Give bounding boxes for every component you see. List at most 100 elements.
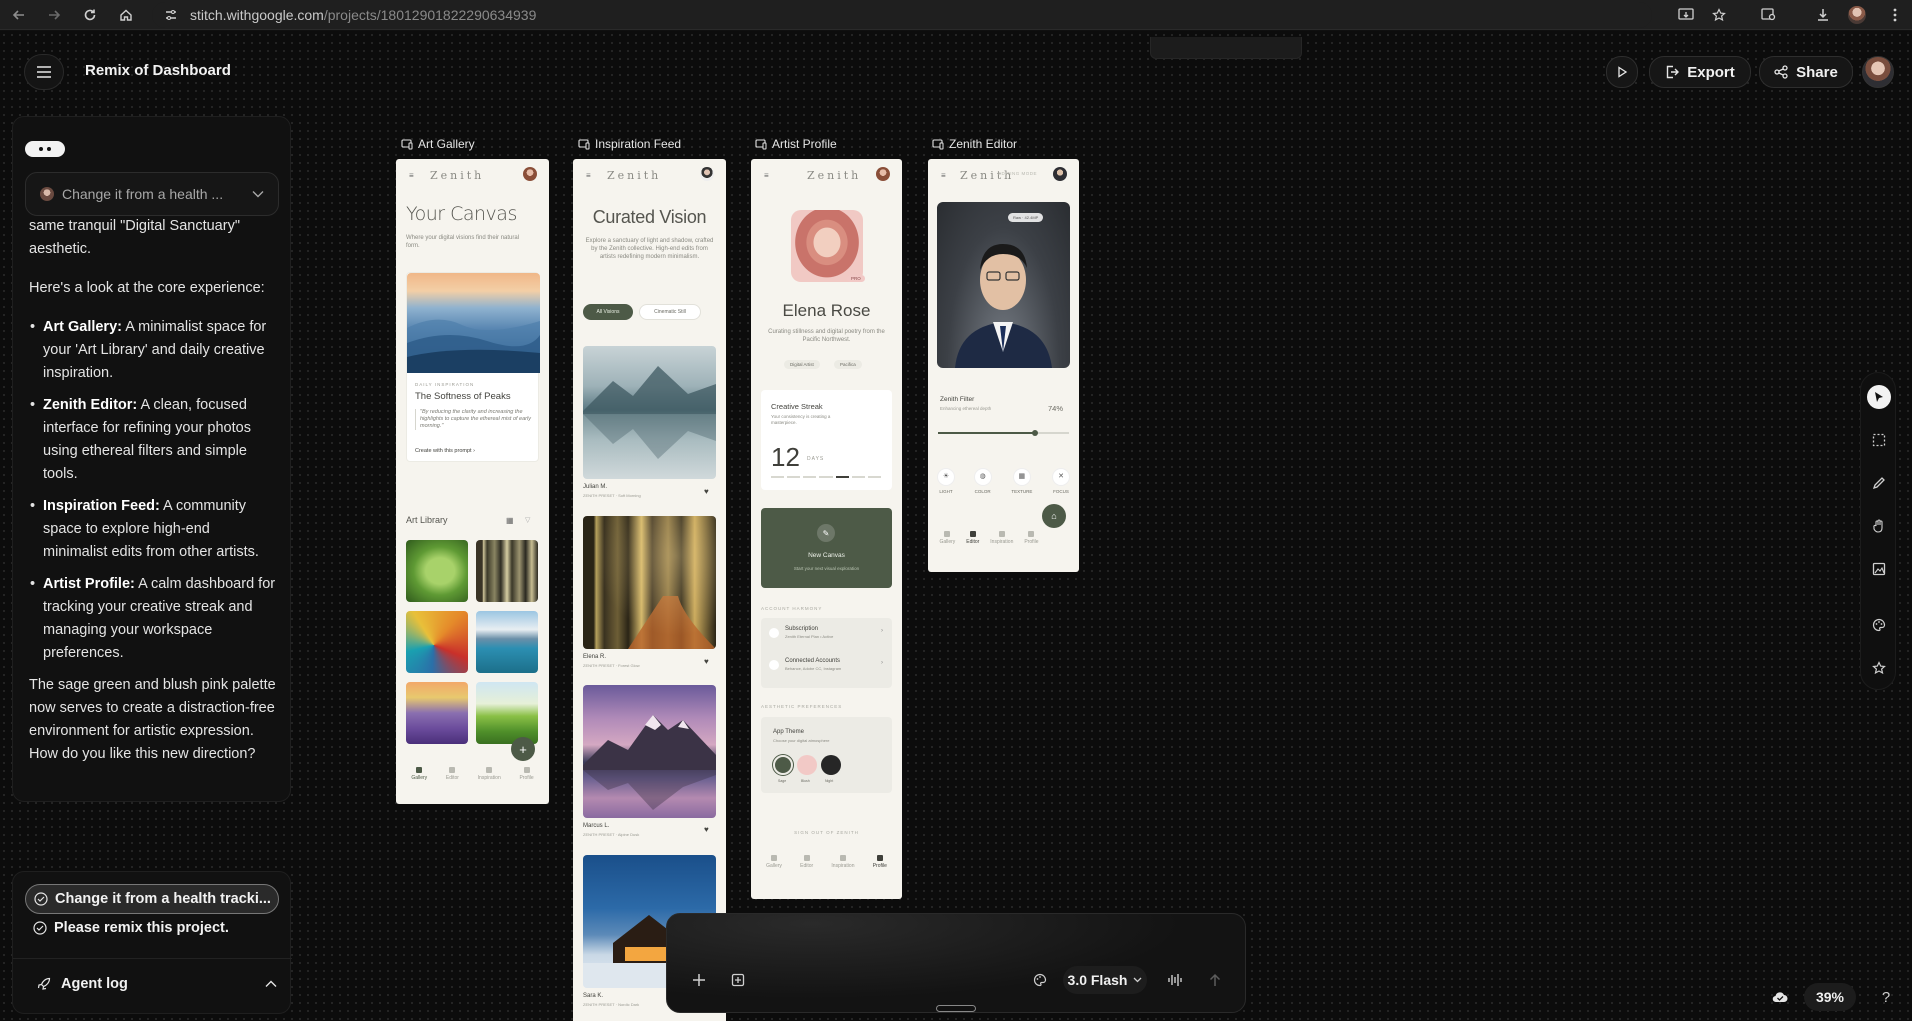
filter-slider-thumb[interactable] bbox=[1031, 429, 1038, 436]
prompt-composer[interactable]: 3.0 Flash bbox=[666, 913, 1246, 1013]
frame-label-editor[interactable]: Zenith Editor bbox=[932, 137, 1017, 151]
grid-view-icon[interactable]: ▦ bbox=[506, 516, 514, 525]
sync-status[interactable] bbox=[1770, 987, 1790, 1007]
nav-inspiration[interactable]: Inspiration bbox=[478, 767, 501, 781]
prompt-history-dropdown[interactable]: Change it from a health ... bbox=[25, 172, 279, 216]
hand-tool[interactable] bbox=[1867, 514, 1891, 538]
bookmark-star-icon[interactable] bbox=[1708, 4, 1730, 26]
preview-play-button[interactable] bbox=[1606, 56, 1638, 88]
forest-image[interactable] bbox=[476, 540, 538, 602]
forest-path-image[interactable] bbox=[583, 516, 716, 649]
nav-inspiration[interactable]: Inspiration bbox=[990, 531, 1013, 545]
reload-icon[interactable] bbox=[79, 4, 101, 26]
main-menu-button[interactable] bbox=[24, 54, 64, 90]
marquee-tool[interactable] bbox=[1867, 428, 1891, 452]
install-app-icon[interactable] bbox=[1675, 4, 1697, 26]
browser-menu-icon[interactable] bbox=[1884, 4, 1906, 26]
filter-chip[interactable]: Cinematic Still bbox=[639, 304, 701, 320]
leaf-image[interactable] bbox=[406, 540, 468, 602]
tool-focus[interactable]: ✕ FOCUS bbox=[1053, 469, 1069, 494]
theme-tool[interactable] bbox=[1867, 613, 1891, 637]
nav-gallery[interactable]: Gallery bbox=[939, 531, 955, 545]
chevron-right-icon[interactable]: › bbox=[881, 628, 883, 634]
home-icon[interactable] bbox=[115, 4, 137, 26]
filter-slider-track[interactable] bbox=[938, 429, 1069, 436]
lavender-image[interactable] bbox=[406, 682, 468, 744]
forward-icon[interactable] bbox=[43, 4, 65, 26]
tool-light[interactable]: ☀ LIGHT bbox=[938, 469, 954, 494]
add-attachment-button[interactable] bbox=[689, 970, 709, 990]
list-item: Artist Profile: A calm dashboard for tra… bbox=[30, 573, 277, 665]
alpine-dusk-image[interactable] bbox=[583, 685, 716, 818]
heart-icon[interactable]: ♥ bbox=[704, 657, 709, 666]
swatch-blush[interactable] bbox=[797, 755, 817, 775]
abstract-image[interactable] bbox=[406, 611, 468, 673]
nav-gallery[interactable]: Gallery bbox=[766, 855, 782, 869]
resize-handle[interactable] bbox=[936, 1005, 976, 1012]
frame-art-gallery[interactable]: ≡ Zenith Your Canvas Where your digital … bbox=[396, 159, 549, 804]
history-item[interactable]: Please remix this project. bbox=[33, 920, 229, 936]
send-button[interactable] bbox=[1205, 970, 1225, 990]
card-link[interactable]: Create with this prompt › bbox=[415, 448, 475, 454]
nav-editor[interactable]: Editor bbox=[800, 855, 813, 869]
section-title: Art Library bbox=[406, 515, 448, 525]
avatar[interactable] bbox=[1053, 167, 1067, 181]
new-canvas-card[interactable]: ✎ New Canvas Start your next visual expl… bbox=[761, 508, 892, 588]
avatar[interactable] bbox=[523, 167, 537, 181]
download-icon[interactable] bbox=[1812, 4, 1834, 26]
share-button[interactable]: Share bbox=[1759, 56, 1853, 88]
frame-label-profile[interactable]: Artist Profile bbox=[755, 137, 837, 151]
nav-profile[interactable]: Profile bbox=[873, 855, 887, 869]
filter-icon[interactable]: ▽ bbox=[525, 516, 530, 524]
nav-profile[interactable]: Profile bbox=[519, 767, 534, 781]
bottom-nav: Gallery Editor Inspiration Profile bbox=[402, 767, 543, 781]
nav-inspiration[interactable]: Inspiration bbox=[831, 855, 854, 869]
voice-button[interactable] bbox=[1165, 970, 1185, 990]
select-tool[interactable] bbox=[1867, 385, 1891, 409]
back-icon[interactable] bbox=[8, 4, 30, 26]
tool-texture[interactable]: ▦ TEXTURE bbox=[1011, 469, 1032, 494]
agent-log-toggle[interactable]: Agent log bbox=[37, 976, 277, 992]
frame-label-gallery[interactable]: Art Gallery bbox=[401, 137, 475, 151]
green-hill-image[interactable] bbox=[476, 682, 538, 744]
nav-editor[interactable]: Editor bbox=[446, 767, 459, 781]
add-screen-button[interactable] bbox=[728, 970, 748, 990]
chevron-right-icon[interactable]: › bbox=[881, 660, 883, 666]
nav-profile[interactable]: Profile bbox=[1024, 531, 1039, 545]
lake-mountain-image[interactable] bbox=[583, 346, 716, 479]
favorite-tool[interactable] bbox=[1867, 656, 1891, 680]
nav-editor[interactable]: Editor bbox=[966, 531, 979, 545]
swatch-night[interactable] bbox=[821, 755, 841, 775]
frame-inspiration-feed[interactable]: ≡ Zenith Curated Vision Explore a sanctu… bbox=[573, 159, 726, 1021]
avatar[interactable] bbox=[700, 167, 714, 181]
signout-link[interactable]: SIGN OUT OF ZENITH bbox=[751, 830, 902, 835]
user-avatar[interactable] bbox=[1862, 56, 1894, 88]
image-tool[interactable] bbox=[1867, 557, 1891, 581]
filter-chip-active[interactable]: All Visions bbox=[583, 304, 633, 320]
history-item-active[interactable]: Change it from a health tracki... bbox=[25, 884, 279, 914]
mini-avatar-icon bbox=[40, 187, 54, 201]
frame-artist-profile[interactable]: ≡ Zenith PRO Elena Rose Curating stillne… bbox=[751, 159, 902, 899]
model-selector[interactable]: 3.0 Flash bbox=[1063, 966, 1147, 994]
heart-icon[interactable]: ♥ bbox=[704, 825, 709, 834]
add-fab-button[interactable]: + bbox=[511, 737, 535, 761]
inspiration-card[interactable]: DAILY INSPIRATION The Softness of Peaks … bbox=[406, 272, 540, 462]
tab-search-icon[interactable] bbox=[1758, 4, 1780, 26]
theme-picker-button[interactable] bbox=[1030, 970, 1050, 990]
card-quote: "By reducing the clarity and increasing … bbox=[415, 409, 531, 430]
frame-zenith-editor[interactable]: ≡ Zenith EDITING MODE Raw · 42.4MP Zenit… bbox=[928, 159, 1079, 572]
export-fab-button[interactable]: ⌂ bbox=[1042, 504, 1066, 528]
profile-avatar-icon[interactable] bbox=[1846, 4, 1868, 26]
pen-tool[interactable] bbox=[1867, 471, 1891, 495]
heart-icon[interactable]: ♥ bbox=[704, 487, 709, 496]
help-icon[interactable]: ? bbox=[1876, 987, 1896, 1007]
frame-label-feed[interactable]: Inspiration Feed bbox=[578, 137, 681, 151]
site-info-icon[interactable] bbox=[160, 4, 182, 26]
nav-gallery[interactable]: Gallery bbox=[411, 767, 427, 781]
zoom-level[interactable]: 39% bbox=[1804, 983, 1856, 1011]
lake-image[interactable] bbox=[476, 611, 538, 673]
swatch-sage[interactable] bbox=[773, 755, 793, 775]
export-button[interactable]: Export bbox=[1649, 56, 1751, 88]
tool-color[interactable]: ◍ COLOR bbox=[974, 469, 991, 494]
avatar[interactable] bbox=[876, 167, 890, 181]
